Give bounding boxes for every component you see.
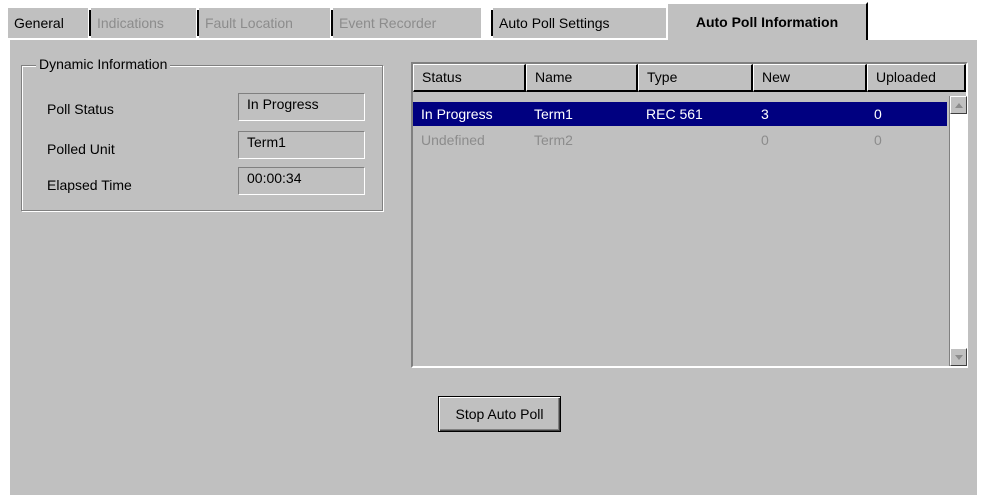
tab-event-recorder[interactable]: Event Recorder: [333, 8, 481, 38]
polled-unit-field: Term1: [238, 131, 365, 159]
poll-status-label: Poll Status: [47, 101, 114, 117]
list-row[interactable]: In Progress Term1 REC 561 3 0: [413, 102, 947, 126]
cell-uploaded: 0: [874, 106, 882, 122]
arrow-up-icon: [954, 102, 963, 108]
scroll-down-button[interactable]: [950, 348, 967, 366]
column-header-name[interactable]: Name: [526, 64, 638, 92]
column-header-label: Status: [422, 69, 462, 85]
cell-status: In Progress: [421, 106, 493, 122]
column-header-label: Name: [535, 69, 573, 85]
stop-auto-poll-button[interactable]: Stop Auto Poll: [438, 396, 561, 432]
dynamic-information-title: Dynamic Information: [36, 56, 171, 72]
tab-indications-label: Indications: [97, 15, 164, 31]
list-row[interactable]: Undefined Term2 0 0: [413, 128, 947, 152]
column-header-label: Uploaded: [876, 69, 936, 85]
column-header-status[interactable]: Status: [413, 64, 526, 92]
elapsed-time-label: Elapsed Time: [47, 177, 132, 193]
unit-list[interactable]: Status Name Type New Uploaded In Progres…: [411, 62, 968, 368]
cell-new: 3: [761, 106, 769, 122]
column-header-type[interactable]: Type: [638, 64, 753, 92]
tab-general[interactable]: General: [8, 8, 88, 38]
tab-separator: [88, 10, 91, 36]
polled-unit-label: Polled Unit: [47, 141, 115, 157]
poll-status-field: In Progress: [238, 93, 365, 121]
cell-status: Undefined: [421, 132, 485, 148]
elapsed-time-field: 00:00:34: [238, 167, 365, 195]
column-header-uploaded[interactable]: Uploaded: [867, 64, 966, 92]
cell-uploaded: 0: [874, 132, 882, 148]
tab-separator: [330, 10, 333, 36]
column-header-new[interactable]: New: [753, 64, 867, 92]
tab-indications[interactable]: Indications: [91, 8, 196, 38]
tab-fault-location[interactable]: Fault Location: [199, 8, 330, 38]
tab-separator: [490, 10, 493, 36]
cell-name: Term2: [534, 132, 573, 148]
tab-general-label: General: [14, 15, 64, 31]
cell-new: 0: [761, 132, 769, 148]
cell-type: REC 561: [646, 106, 703, 122]
tab-auto-poll-information-label: Auto Poll Information: [695, 14, 839, 30]
tab-auto-poll-information[interactable]: Auto Poll Information: [666, 2, 868, 40]
tab-auto-poll-settings-label: Auto Poll Settings: [499, 15, 610, 31]
tab-auto-poll-settings[interactable]: Auto Poll Settings: [493, 8, 666, 38]
tab-event-recorder-label: Event Recorder: [339, 15, 437, 31]
column-header-label: Type: [647, 69, 678, 85]
arrow-down-icon: [954, 354, 963, 360]
tab-fault-location-label: Fault Location: [205, 15, 293, 31]
scroll-up-button[interactable]: [950, 96, 967, 114]
column-header-label: New: [762, 69, 791, 85]
tab-separator: [196, 10, 199, 36]
cell-name: Term1: [534, 106, 573, 122]
vertical-scrollbar[interactable]: [949, 96, 967, 366]
